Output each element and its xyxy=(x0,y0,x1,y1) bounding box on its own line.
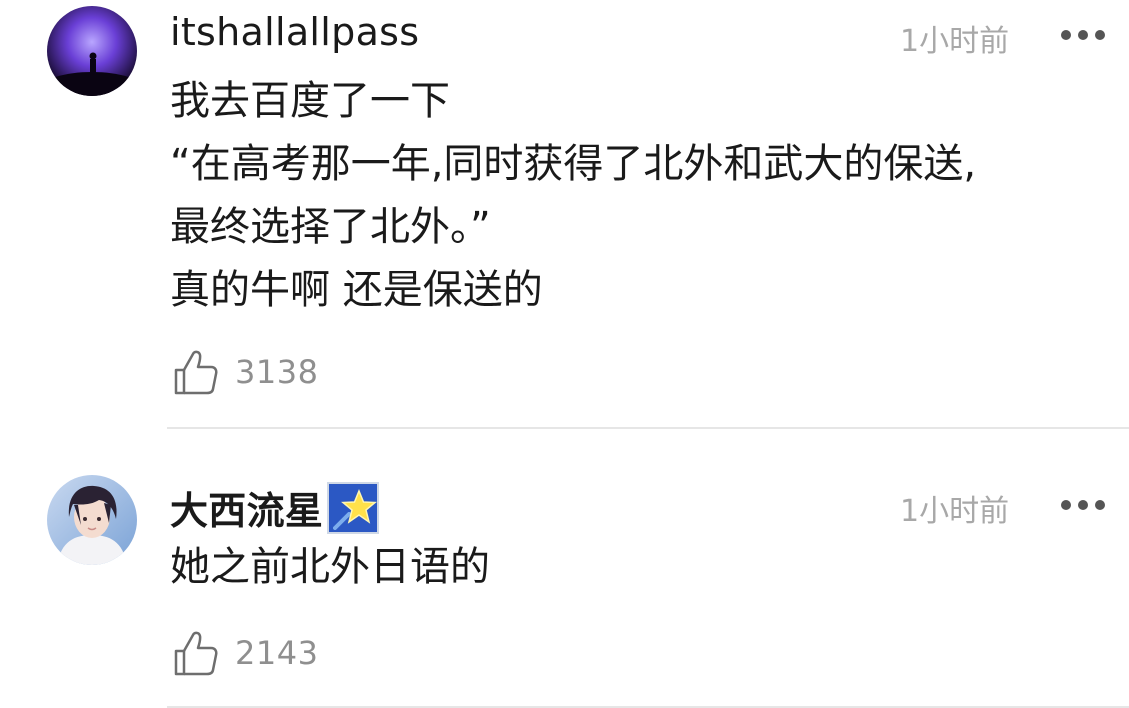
timestamp: 1小时前 xyxy=(900,494,1010,529)
avatar[interactable] xyxy=(47,6,137,96)
username[interactable]: itshallallpass xyxy=(170,10,419,54)
comment-line: 她之前北外日语的 xyxy=(170,544,490,590)
star-badge-icon xyxy=(327,481,380,534)
username-text: 大西流星 xyxy=(170,489,324,533)
avatar-image xyxy=(47,6,137,96)
like-count: 2143 xyxy=(235,634,319,672)
comment-item: itshallallpass 1小时前 我去百度了一下 “在高考那一年,同时获得… xyxy=(0,0,1129,430)
more-dots-icon[interactable] xyxy=(1060,496,1106,510)
like-button[interactable]: 2143 xyxy=(173,628,318,678)
comment-line: 真的牛啊 还是保送的 xyxy=(170,267,543,313)
thumbs-up-icon xyxy=(174,350,218,395)
username[interactable]: 大西流星 xyxy=(170,480,380,535)
avatar[interactable] xyxy=(47,475,137,565)
comment-item: 大西流星 1小时前 她之前北外日语的 2143 xyxy=(0,430,1129,708)
timestamp: 1小时前 xyxy=(900,24,1010,59)
thumbs-up-icon xyxy=(174,631,218,676)
comment-line: 最终选择了北外。” xyxy=(170,204,491,250)
like-button[interactable]: 3138 xyxy=(173,347,318,397)
like-count: 3138 xyxy=(235,353,319,391)
comment-line: “在高考那一年,同时获得了北外和武大的保送, xyxy=(170,141,977,187)
avatar-image xyxy=(47,475,137,565)
comment-text: 我去百度了一下 “在高考那一年,同时获得了北外和武大的保送, 最终选择了北外。”… xyxy=(170,70,1110,322)
comment-text: 她之前北外日语的 xyxy=(170,536,1110,599)
more-dots-icon[interactable] xyxy=(1060,26,1106,40)
comment-line: 我去百度了一下 xyxy=(170,78,450,124)
divider xyxy=(167,427,1129,429)
